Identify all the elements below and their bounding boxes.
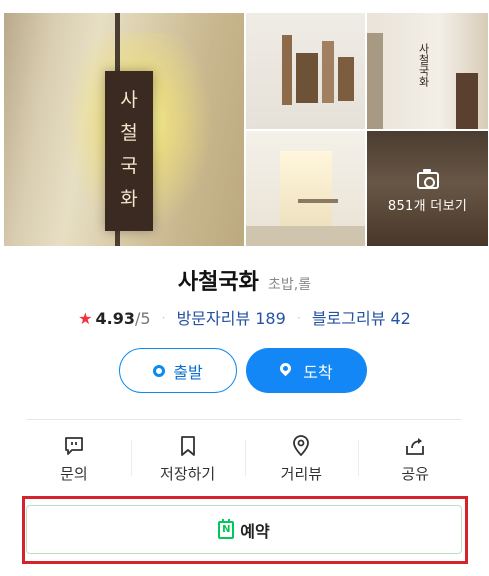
- wood-panel: [322, 41, 334, 103]
- sign-char: 철: [120, 122, 138, 144]
- share-button[interactable]: 공유: [358, 428, 472, 488]
- wall-lettering: 사철국화: [417, 43, 430, 87]
- action-label: 저장하기: [160, 465, 216, 483]
- reserve-label: 예약: [240, 521, 270, 541]
- main-photo[interactable]: 사 철 국 화: [4, 13, 244, 246]
- save-button[interactable]: 저장하기: [130, 428, 245, 488]
- share-icon: [406, 438, 425, 455]
- action-label: 공유: [401, 465, 429, 483]
- place-category: 초밥,롤: [267, 277, 312, 293]
- more-photos[interactable]: 851개 더보기: [367, 131, 488, 246]
- shelf: [367, 33, 383, 129]
- origin-circle-icon: [153, 364, 166, 377]
- naver-booking-icon: N: [218, 518, 235, 539]
- wood-panel: [282, 35, 292, 105]
- interior-photo[interactable]: 사철국화: [367, 13, 488, 129]
- bookmark-icon: [180, 436, 195, 456]
- sign-char: 화: [120, 188, 138, 210]
- depart-button[interactable]: 출발: [119, 348, 237, 393]
- camera-icon: [416, 168, 439, 189]
- visitor-reviews-link[interactable]: 방문자리뷰 189: [177, 309, 286, 328]
- vase: [456, 73, 478, 129]
- arrive-button[interactable]: 도착: [246, 348, 367, 393]
- place-title-row: 사철국화 초밥,롤: [0, 264, 489, 296]
- separator-dot: ·: [161, 311, 166, 325]
- wood-panel: [296, 53, 318, 103]
- restaurant-sign: 사 철 국 화: [105, 71, 153, 231]
- photo-gallery: 사 철 국 화 사철국화 851개 더보기: [4, 13, 488, 246]
- entrance-photo[interactable]: [246, 131, 365, 246]
- wood-panel: [338, 57, 354, 101]
- more-photos-label: 851개 더보기: [387, 198, 468, 214]
- location-pin-icon: [277, 360, 294, 377]
- divider: [26, 419, 462, 420]
- rating-max: /5: [134, 309, 151, 328]
- action-label: 거리뷰: [280, 465, 323, 483]
- action-bar: 문의 저장하기 거리뷰 공유: [17, 428, 472, 488]
- action-label: 문의: [60, 465, 88, 483]
- chat-icon: [64, 437, 83, 455]
- wall-art-photo[interactable]: [246, 13, 365, 129]
- arrive-label: 도착: [303, 362, 333, 382]
- sign-char: 사: [120, 89, 138, 111]
- star-icon: ★: [78, 309, 93, 328]
- place-name: 사철국화: [177, 270, 259, 295]
- rating-score: 4.93: [95, 309, 135, 328]
- inquiry-button[interactable]: 문의: [17, 428, 131, 488]
- floor: [246, 226, 365, 246]
- shelf: [298, 199, 338, 203]
- depart-label: 출발: [173, 362, 203, 382]
- street-view-button[interactable]: 거리뷰: [244, 428, 359, 488]
- rating-row: ★ 4.93/5 · 방문자리뷰 189 · 블로그리뷰 42: [0, 305, 489, 329]
- more-photos-tile[interactable]: 851개 더보기: [367, 131, 488, 246]
- location-pin-icon: [293, 435, 310, 457]
- blog-reviews-link[interactable]: 블로그리뷰 42: [312, 309, 411, 328]
- reserve-button[interactable]: N 예약: [26, 505, 462, 554]
- sign-char: 국: [120, 155, 138, 177]
- separator-dot: ·: [296, 311, 301, 325]
